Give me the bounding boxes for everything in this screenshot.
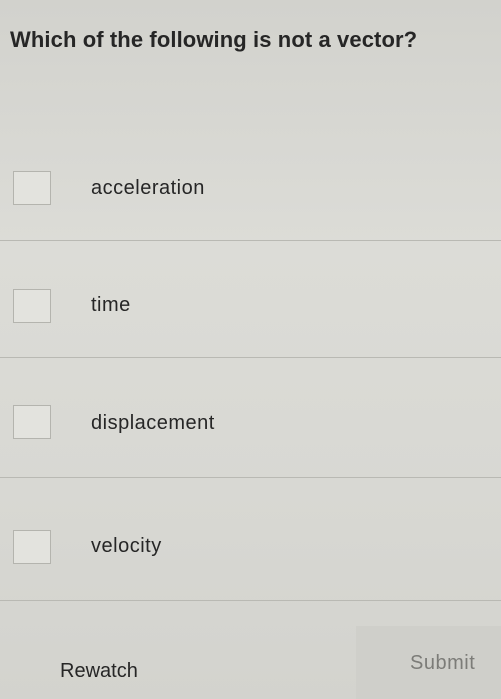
option-label: displacement [91, 412, 215, 434]
option-velocity[interactable]: velocity [0, 490, 501, 608]
action-bar: Rewatch Submit [0, 626, 501, 699]
divider [0, 240, 501, 241]
checkbox[interactable] [13, 171, 51, 205]
option-label: time [91, 294, 131, 316]
submit-button[interactable]: Submit [356, 626, 501, 699]
divider [0, 357, 501, 358]
checkbox[interactable] [13, 289, 51, 323]
option-displacement[interactable]: displacement [0, 368, 501, 486]
option-acceleration[interactable]: acceleration [0, 134, 501, 252]
option-time[interactable]: time [0, 252, 501, 370]
checkbox[interactable] [13, 405, 51, 439]
question-text: Which of the following is not a vector? [10, 27, 418, 52]
divider [0, 600, 501, 601]
rewatch-button[interactable]: Rewatch [60, 660, 138, 683]
option-label: velocity [91, 535, 162, 557]
option-label: acceleration [91, 177, 205, 199]
checkbox[interactable] [13, 530, 51, 564]
quiz-page: Which of the following is not a vector? … [0, 0, 501, 699]
divider [0, 477, 501, 478]
submit-label: Submit [410, 652, 476, 674]
